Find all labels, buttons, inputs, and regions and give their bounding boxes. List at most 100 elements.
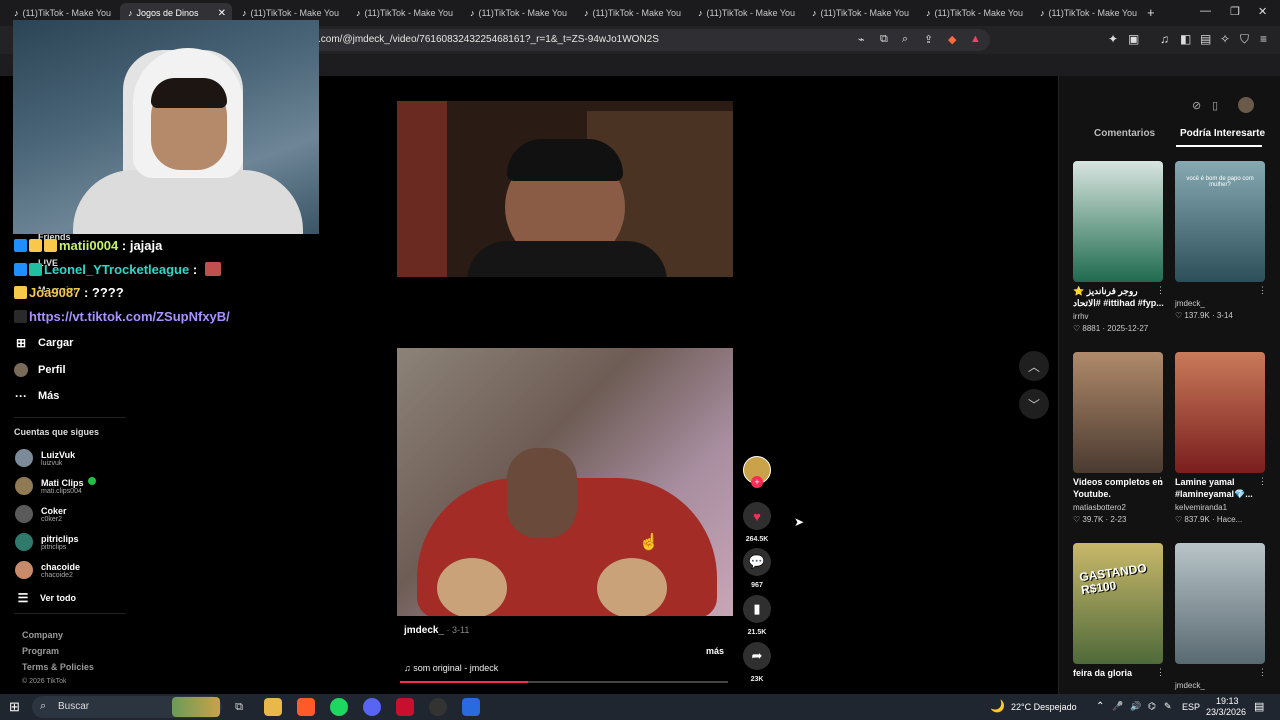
minimize-icon[interactable]: — (1200, 5, 1211, 17)
share-arrow-icon[interactable]: ➦ (743, 642, 771, 670)
next-video-button[interactable]: ﹀ (1019, 389, 1049, 419)
brave-shield-icon[interactable]: ◆ (948, 33, 956, 46)
app-c-icon[interactable] (462, 698, 480, 716)
clock-time[interactable]: 19:13 (1216, 696, 1239, 706)
author-name[interactable]: jmdeck_ (404, 625, 444, 636)
more-options-icon[interactable]: ⋮ (1258, 667, 1267, 678)
nav-upload[interactable]: ⊞ Cargar (14, 336, 74, 350)
browser-tab[interactable]: ♪ (11)TikTok - Make You (1032, 3, 1144, 23)
more-options-icon[interactable]: ⋮ (1156, 476, 1165, 487)
open-external-icon[interactable]: ⧉ (880, 33, 888, 46)
more-options-icon[interactable]: ⋮ (1258, 285, 1267, 296)
browser-tab[interactable]: ♪ (11)TikTok - Make You (462, 3, 574, 23)
recommended-video-title[interactable]: روجر فرناندیز ⭐ #الاتحاد #ittihad #fyp..… (1073, 285, 1165, 309)
leo-icon[interactable]: ✧ (1220, 32, 1230, 46)
comment-icon[interactable]: 💬 (743, 548, 771, 576)
recommended-video-title[interactable]: Videos completos en Youtube. (1073, 476, 1165, 500)
voice-app-icon[interactable] (396, 698, 414, 716)
author-avatar-button[interactable]: + (742, 456, 772, 488)
video-progress-bar[interactable] (400, 681, 728, 683)
video-author[interactable]: jmdeck_ · 3-11 (404, 625, 469, 636)
recommended-video-author[interactable]: kelvemiranda1 (1175, 503, 1227, 512)
mic-icon[interactable]: 🎤 (1112, 701, 1123, 712)
obs-icon[interactable] (429, 698, 447, 716)
network-icon[interactable]: ⌬ (1148, 701, 1156, 712)
close-tab-icon[interactable]: ✕ (218, 8, 226, 19)
video-player-previous[interactable] (397, 101, 733, 277)
recommended-video-author[interactable]: jmdeck_ (1175, 681, 1205, 690)
translate-icon[interactable]: ⌁ (858, 33, 865, 46)
footer-program[interactable]: Program (22, 646, 59, 656)
recommended-video-thumb[interactable] (1073, 352, 1163, 473)
followed-account[interactable]: chacoide chacoide2 (15, 561, 80, 579)
clock-date[interactable]: 23/3/2026 (1206, 707, 1246, 717)
zoom-icon[interactable]: ⌕ (902, 33, 908, 46)
file-explorer-icon[interactable] (264, 698, 282, 716)
more-text-button[interactable]: más (706, 646, 724, 656)
share-action[interactable]: ➦ 23K (742, 642, 772, 683)
recommended-video-title[interactable]: feira da gloria (1073, 667, 1165, 679)
browser-tab[interactable]: ♪ (11)TikTok - Make You (348, 3, 460, 23)
more-options-icon[interactable]: ⋮ (1156, 667, 1165, 678)
weather-text[interactable]: 22°C Despejado (1011, 702, 1077, 712)
browser-tab[interactable]: ♪ (11)TikTok - Make You (804, 3, 916, 23)
volume-icon[interactable]: 🔊 (1130, 701, 1141, 712)
browser-tab[interactable]: ♪ (11)TikTok - Make You (918, 3, 1030, 23)
device-icon[interactable]: ▯ (1212, 99, 1218, 112)
menu-icon[interactable]: ≡ (1260, 32, 1267, 46)
brave-rewards-icon[interactable]: ▲ (970, 33, 981, 45)
recommended-video-thumb[interactable] (1073, 161, 1163, 282)
bookmark-icon[interactable]: ▮ (743, 595, 771, 623)
nav-profile[interactable]: Perfil (14, 363, 66, 377)
save-action[interactable]: ▮ 21.5K (742, 595, 772, 636)
recommended-video-author[interactable]: irrhv (1073, 312, 1089, 321)
recommended-video-thumb[interactable] (1175, 543, 1265, 664)
address-bar[interactable]: .com/@jmdeck_/video/7616083243225468161?… (300, 29, 990, 51)
pen-icon[interactable]: ✎ (1164, 701, 1172, 712)
user-avatar[interactable] (1238, 97, 1254, 113)
followed-account[interactable]: Coker c0ker2 (15, 505, 67, 523)
vpn-icon[interactable]: ⛉ (1240, 32, 1249, 47)
discord-icon[interactable] (363, 698, 381, 716)
sidebar-icon[interactable]: ◧ (1180, 32, 1191, 46)
recommended-video-author[interactable]: matiasbottero2 (1073, 503, 1126, 512)
url-text[interactable]: .com/@jmdeck_/video/7616083243225468161?… (318, 34, 659, 45)
wallet-2-icon[interactable]: ▤ (1200, 32, 1211, 46)
spotify-icon[interactable] (330, 698, 348, 716)
task-view-icon[interactable]: ⧉ (230, 698, 248, 716)
language-indicator[interactable]: ESP (1182, 702, 1200, 712)
comment-action[interactable]: 💬 967 (742, 548, 772, 589)
footer-company[interactable]: Company (22, 630, 63, 640)
tray-chevron-icon[interactable]: ⌃ (1096, 701, 1104, 712)
see-all-link[interactable]: ☰ Ver todo (16, 591, 76, 605)
recommended-video-author[interactable]: jmdeck_ (1175, 299, 1205, 308)
notification-icon[interactable]: ▤ (1254, 700, 1264, 713)
brave-icon[interactable] (297, 698, 315, 716)
more-options-icon[interactable]: ⋮ (1258, 476, 1267, 487)
followed-account[interactable]: Mati Clips mati.clips004 (15, 477, 96, 495)
followed-account[interactable]: LuizVuk luizvuk (15, 449, 75, 467)
windows-start-icon[interactable]: ⊞ (9, 699, 20, 715)
browser-tab[interactable]: ♪ (11)TikTok - Make You (690, 3, 802, 23)
taskbar-search[interactable]: ⌕ Buscar (32, 696, 222, 718)
compass-icon[interactable]: ⊘ (1192, 99, 1201, 112)
video-player-current[interactable]: ☝ (397, 348, 733, 616)
media-icon[interactable]: ♫ (1160, 32, 1169, 46)
tab-comments[interactable]: Comentarios (1094, 128, 1155, 139)
recommended-video-thumb[interactable] (1175, 352, 1265, 473)
heart-icon[interactable]: ♥ (743, 502, 771, 530)
extensions-icon[interactable]: ✦ (1108, 32, 1118, 46)
followed-account[interactable]: pitriclips pitriclips (15, 533, 79, 551)
tab-interests[interactable]: Podría Interesarte (1180, 128, 1265, 139)
browser-tab[interactable]: ♪ (11)TikTok - Make You (576, 3, 688, 23)
like-action[interactable]: ♥ 264.5K (742, 502, 772, 543)
new-tab-button[interactable]: + (1147, 5, 1155, 20)
restore-icon[interactable]: ❐ (1230, 5, 1240, 18)
previous-video-button[interactable]: ︿ (1019, 351, 1049, 381)
follow-plus-icon[interactable]: + (751, 476, 763, 488)
footer-terms[interactable]: Terms & Policies (22, 662, 94, 672)
close-window-icon[interactable]: ✕ (1258, 5, 1267, 18)
nav-more[interactable]: ··· Más (14, 389, 59, 403)
wallet-icon[interactable]: ▣ (1128, 32, 1139, 46)
more-options-icon[interactable]: ⋮ (1156, 285, 1165, 296)
